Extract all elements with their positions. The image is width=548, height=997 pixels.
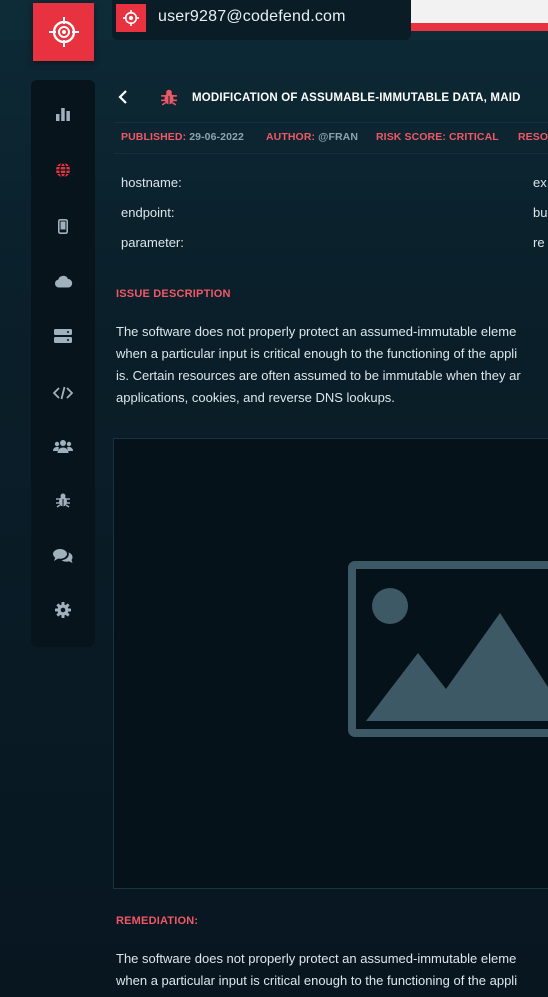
risk-meta: RISK SCORE: CRITICAL [376, 131, 499, 143]
resources-meta: RESO [518, 131, 548, 143]
sidebar-item-dashboard[interactable] [31, 94, 95, 134]
parameter-value: re [533, 235, 545, 250]
sidebar-item-settings[interactable] [31, 590, 95, 630]
cloud-icon [54, 275, 72, 287]
target-logo-icon [48, 17, 79, 47]
sidebar-item-mobile[interactable] [31, 206, 95, 246]
sidebar-item-source-code[interactable] [31, 373, 95, 413]
published-meta: PUBLISHED: 29-06-2022 [121, 131, 244, 143]
issue-description: The software does not properly protect a… [116, 321, 548, 409]
author-value: @FRAN [318, 131, 359, 143]
remediation-line: The software does not properly protect a… [116, 951, 517, 966]
users-icon [53, 440, 73, 453]
evidence-image [113, 438, 548, 889]
risk-label: RISK SCORE: [376, 131, 446, 143]
sidebar-item-web[interactable] [31, 150, 95, 190]
remediation-line: when a particular input is critical enou… [116, 973, 518, 988]
published-value: 29-06-2022 [189, 131, 244, 143]
issue-description-title: ISSUE DESCRIPTION [116, 288, 231, 300]
app-logo[interactable] [33, 3, 94, 61]
sidebar [31, 80, 95, 647]
user-avatar [116, 4, 146, 32]
description-line: when a particular input is critical enou… [116, 346, 518, 361]
parameter-label: parameter: [121, 235, 184, 250]
sidebar-item-social[interactable] [31, 426, 95, 466]
endpoint-value: bu [533, 205, 548, 220]
globe-icon [56, 162, 70, 178]
description-line: applications, cookies, and reverse DNS l… [116, 390, 395, 405]
issue-bug-icon [160, 88, 178, 111]
user-menu[interactable]: user9287@codefend.com [112, 0, 411, 40]
code-icon [53, 386, 73, 400]
author-meta: AUTHOR: @FRAN [266, 131, 358, 143]
sidebar-item-server[interactable] [31, 316, 95, 356]
published-label: PUBLISHED: [121, 131, 187, 143]
back-button[interactable] [114, 86, 132, 108]
comments-icon [53, 549, 73, 563]
hostname-value: ex. [533, 175, 548, 190]
target-user-icon [123, 10, 139, 26]
author-label: AUTHOR: [266, 131, 316, 143]
remediation-title: REMEDIATION: [116, 915, 199, 927]
sidebar-item-cloud[interactable] [31, 261, 95, 301]
page-title: MODIFICATION OF ASSUMABLE-IMMUTABLE DATA… [192, 92, 521, 104]
server-icon [54, 329, 72, 343]
remediation-text: The software does not properly protect a… [116, 948, 548, 992]
sidebar-item-support[interactable] [31, 536, 95, 576]
hostname-label: hostname: [121, 175, 182, 190]
chevron-left-icon [118, 90, 127, 104]
bar-chart-icon [56, 108, 70, 121]
resources-label: RESO [518, 131, 548, 143]
user-email: user9287@codefend.com [158, 8, 346, 25]
mobile-icon [58, 218, 68, 234]
sidebar-item-issues[interactable] [31, 480, 95, 520]
image-placeholder-icon [348, 561, 548, 737]
description-line: is. Certain resources are often assumed … [116, 368, 521, 383]
description-line: The software does not properly protect a… [116, 324, 517, 339]
risk-value: CRITICAL [448, 131, 499, 143]
endpoint-label: endpoint: [121, 205, 175, 220]
header-banner [411, 0, 548, 31]
bug-icon [56, 493, 70, 508]
gear-icon [55, 602, 71, 618]
